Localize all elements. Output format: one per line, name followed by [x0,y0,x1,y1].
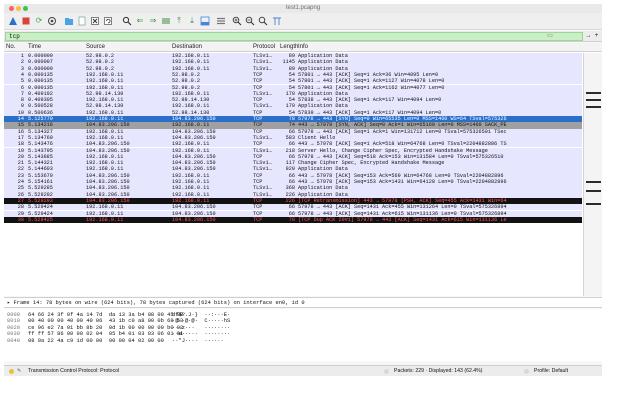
packet-source: 192.168.0.11 [86,216,124,223]
profile-indicator-icon [524,369,529,374]
column-header-protocol[interactable]: Protocol [253,44,275,50]
packet-list-header: No. Time Source Destination Protocol Len… [4,43,602,52]
packet-info: [TCP Dup ACK 29#1] 57978 → 443 [ACK] Seq… [298,216,507,223]
reload-icon[interactable] [103,16,113,26]
column-header-length[interactable]: Length [280,44,298,50]
packet-destination: 104.83.206.150 [172,216,216,223]
column-header-time[interactable]: Time [28,44,41,50]
apply-filter-button[interactable]: → [585,32,592,41]
packet-row[interactable]: 30 5.529425 192.168.0.11 104.83.206.150 TCP 7… [4,216,582,224]
stop-icon[interactable] [21,16,31,26]
packet-length: 78 [288,216,295,223]
autoscroll-icon[interactable] [200,16,210,26]
packet-minimap[interactable] [583,53,602,296]
expert-info-icon[interactable] [9,369,14,374]
window-title: test1.pcapng [285,5,321,11]
status-bar: ✎ Transmission Control Protocol: Protoco… [4,365,602,376]
close-file-icon[interactable] [90,16,100,26]
go-first-icon[interactable]: ⤒ [174,16,184,26]
packets-indicator-icon [384,369,389,374]
main-toolbar: ⟳ ⇐ ⇒ ⤒ ⤓ [4,13,602,30]
display-filter-bar: tcp ▭ → + [4,31,602,42]
packet-list: No. Time Source Destination Protocol Len… [4,43,602,296]
display-filter-input[interactable]: tcp [5,32,583,41]
zoom-out-icon[interactable] [245,16,255,26]
packet-bytes-pane: 0000 64 66 24 3f 0f 4a 14 7d da 13 3a b4 … [4,309,602,361]
packet-no: 30 [17,216,24,223]
bytes-offset: 0040 [7,337,20,344]
go-back-icon[interactable]: ⇐ [135,16,145,26]
column-header-destination[interactable]: Destination [172,44,202,50]
find-icon[interactable] [122,16,132,26]
column-header-no[interactable]: No. [6,44,15,50]
colorize-icon[interactable] [216,16,226,26]
save-file-icon[interactable] [77,16,87,26]
title-bar: test1.pcapng [4,4,602,13]
packet-time: 5.529425 [28,216,53,223]
options-icon[interactable] [47,16,57,26]
column-header-source[interactable]: Source [86,44,105,50]
restart-icon[interactable]: ⟳ [34,16,44,26]
wireshark-window: test1.pcapng ⟳ ⇐ ⇒ ⤒ ⤓ tcp ▭ → + No. Tim… [4,4,602,376]
go-last-icon[interactable]: ⤓ [187,16,197,26]
zoom-normal-icon[interactable] [258,16,268,26]
resize-columns-icon[interactable] [272,16,282,26]
shark-fin-start-icon[interactable] [8,16,18,26]
go-to-packet-icon[interactable] [161,16,171,26]
packet-details-pane: ▸ Frame 14: 78 bytes on wire (624 bits),… [4,297,602,308]
go-forward-icon[interactable]: ⇒ [148,16,158,26]
frame-summary-row[interactable]: ▸ Frame 14: 78 bytes on wire (624 bits),… [7,300,305,306]
status-packet-count: Packets: 229 · Displayed: 143 (62.4%) [394,368,483,374]
bookmark-icon[interactable]: ▭ [544,32,556,41]
column-header-info[interactable]: Info [298,44,308,50]
edit-comment-icon[interactable]: ✎ [17,366,21,376]
packet-protocol: TCP [253,216,263,223]
status-selected-field: Transmission Control Protocol: Protocol [28,368,120,374]
zoom-in-icon[interactable] [232,16,242,26]
bytes-hex: 08 0a 22 4a c9 1d 00 00 00 00 04 02 00 0… [28,337,164,344]
add-expression-button[interactable]: + [593,32,600,41]
status-profile[interactable]: Profile: Default [534,366,568,376]
open-file-icon[interactable] [64,16,74,26]
bytes-ascii: ··"J···· ······ [172,337,224,344]
